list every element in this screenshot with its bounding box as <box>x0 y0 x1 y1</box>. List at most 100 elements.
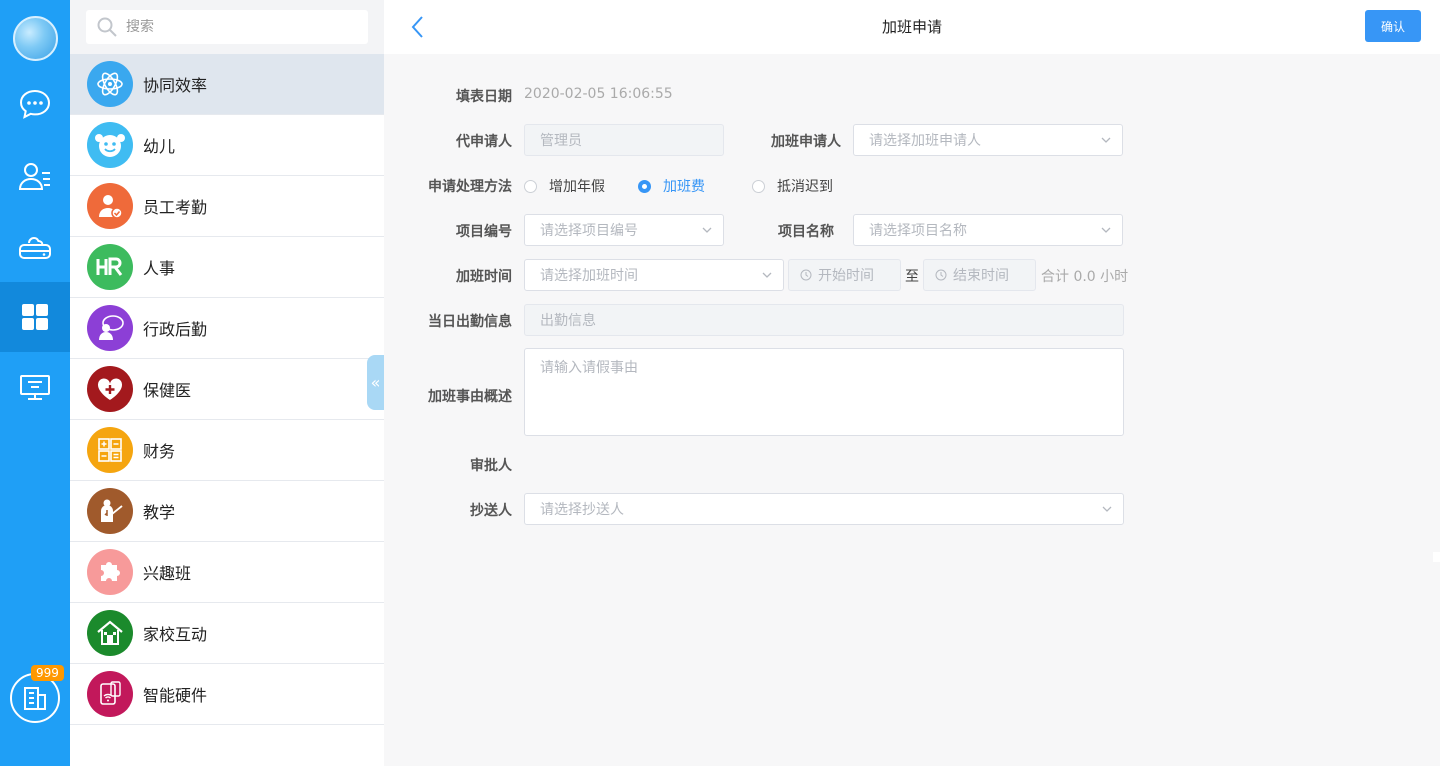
rail-item-chat[interactable] <box>0 69 70 139</box>
menu-item-label: 协同效率 <box>143 76 208 95</box>
search-box[interactable] <box>86 10 368 44</box>
employee-check-icon <box>87 183 133 229</box>
user-avatar[interactable] <box>13 16 58 61</box>
radio-label: 增加年假 <box>549 179 605 195</box>
rail-item-contacts[interactable] <box>0 141 70 211</box>
left-rail: 999 <box>0 0 70 766</box>
project-no-select[interactable]: 请选择项目编号 <box>524 214 724 246</box>
calculator-icon <box>87 427 133 473</box>
menu-item-label: 人事 <box>143 259 176 278</box>
end-time-picker[interactable]: 结束时间 <box>923 259 1036 291</box>
house-icon <box>87 610 133 656</box>
chevron-down-icon <box>762 272 772 278</box>
module-menu: 协同效率 幼儿 员工考勤 人事 行政后勤 保健医 财务 <box>70 0 384 766</box>
notification-badge: 999 <box>31 665 64 681</box>
method-label: 申请处理方法 <box>428 179 512 195</box>
confirm-button[interactable]: 确认 <box>1365 10 1421 42</box>
menu-item-label: 保健医 <box>143 381 192 400</box>
proxy-applicant-field: 管理员 <box>524 124 724 156</box>
ot-time-placeholder: 请选择加班时间 <box>540 268 638 284</box>
top-bar: 加班申请 确认 <box>384 0 1440 54</box>
monitor-icon <box>20 375 50 400</box>
method-radio-overtime-pay[interactable]: 加班费 <box>638 176 705 196</box>
cloud-drive-icon <box>19 236 51 259</box>
menu-item-label: 员工考勤 <box>143 198 208 217</box>
page-title: 加班申请 <box>881 18 942 36</box>
search-input[interactable] <box>126 19 346 35</box>
menu-item-label: 智能硬件 <box>143 686 208 705</box>
proxy-applicant-label: 代申请人 <box>456 134 512 150</box>
menu-item-label: 教学 <box>143 503 176 522</box>
project-no-placeholder: 请选择项目编号 <box>540 223 638 239</box>
teacher-icon <box>87 488 133 534</box>
double-chevron-left-icon: « <box>370 373 381 392</box>
menu-item-hr[interactable]: 人事 <box>70 237 384 298</box>
collapse-sidebar-button[interactable]: « <box>367 355 384 410</box>
proxy-applicant-value: 管理员 <box>540 133 582 149</box>
reason-placeholder: 请输入请假事由 <box>540 360 638 376</box>
menu-item-attendance[interactable]: 员工考勤 <box>70 176 384 237</box>
menu-item-health[interactable]: 保健医 <box>70 359 384 420</box>
attendance-placeholder: 出勤信息 <box>540 313 596 329</box>
cc-select[interactable]: 请选择抄送人 <box>524 493 1124 525</box>
radio-circle <box>638 179 651 193</box>
project-no-label: 项目编号 <box>456 224 512 240</box>
smart-device-icon <box>87 671 133 717</box>
attendance-field: 出勤信息 <box>524 304 1124 336</box>
clock-icon <box>935 269 947 281</box>
menu-item-smart-hardware[interactable]: 智能硬件 <box>70 664 384 725</box>
admin-person-icon <box>87 305 133 351</box>
cc-placeholder: 请选择抄送人 <box>540 502 624 518</box>
reason-label: 加班事由概述 <box>428 389 512 405</box>
menu-item-children[interactable]: 幼儿 <box>70 115 384 176</box>
rail-item-cloud-drive[interactable] <box>0 212 70 282</box>
ot-time-select[interactable]: 请选择加班时间 <box>524 259 784 291</box>
apps-grid-icon <box>22 304 48 330</box>
atom-icon <box>87 61 133 107</box>
menu-item-label: 兴趣班 <box>143 564 192 583</box>
menu-item-admin[interactable]: 行政后勤 <box>70 298 384 359</box>
chevron-down-icon <box>1101 227 1111 233</box>
menu-item-teaching[interactable]: 教学 <box>70 481 384 542</box>
menu-item-collaboration[interactable]: 协同效率 <box>70 54 384 115</box>
clock-icon <box>800 269 812 281</box>
end-time-placeholder: 结束时间 <box>953 268 1009 284</box>
menu-item-home-school[interactable]: 家校互动 <box>70 603 384 664</box>
main-panel: 加班申请 确认 填表日期 2020-02-05 16:06:55 代申请人 管理… <box>384 0 1440 766</box>
building-icon <box>24 687 46 710</box>
hr-icon <box>87 244 133 290</box>
approver-label: 审批人 <box>470 458 512 474</box>
fill-date-label: 填表日期 <box>456 89 512 105</box>
start-time-picker[interactable]: 开始时间 <box>788 259 901 291</box>
reason-textarea[interactable]: 请输入请假事由 <box>524 348 1124 436</box>
chat-icon <box>19 89 51 119</box>
fill-date-value: 2020-02-05 16:06:55 <box>524 86 673 102</box>
ot-time-label: 加班时间 <box>456 269 512 285</box>
search-icon <box>97 17 117 37</box>
project-name-select[interactable]: 请选择项目名称 <box>853 214 1123 246</box>
menu-item-interest-class[interactable]: 兴趣班 <box>70 542 384 603</box>
project-name-label: 项目名称 <box>778 224 834 240</box>
applicant-select[interactable]: 请选择加班申请人 <box>853 124 1123 156</box>
menu-item-label: 幼儿 <box>143 137 176 156</box>
method-radio-annual-leave[interactable]: 增加年假 <box>524 176 605 196</box>
menu-item-label: 财务 <box>143 442 176 461</box>
menu-item-label: 家校互动 <box>143 625 208 644</box>
method-radio-offset-late[interactable]: 抵消迟到 <box>752 176 833 196</box>
time-range-separator: 至 <box>905 269 919 285</box>
project-name-placeholder: 请选择项目名称 <box>869 223 967 239</box>
applicant-label: 加班申请人 <box>771 134 841 150</box>
rail-item-apps[interactable] <box>0 282 70 352</box>
chevron-down-icon <box>1101 137 1111 143</box>
radio-circle <box>752 179 765 193</box>
rail-item-monitor[interactable] <box>0 352 70 422</box>
radio-circle <box>524 179 537 193</box>
chevron-down-icon <box>1102 506 1112 512</box>
radio-label: 加班费 <box>663 179 705 195</box>
cc-label: 抄送人 <box>470 503 512 519</box>
menu-item-finance[interactable]: 财务 <box>70 420 384 481</box>
smiley-face-icon <box>87 122 133 168</box>
menu-item-label: 行政后勤 <box>143 320 208 339</box>
search-bar <box>70 0 384 54</box>
radio-label: 抵消迟到 <box>777 179 833 195</box>
